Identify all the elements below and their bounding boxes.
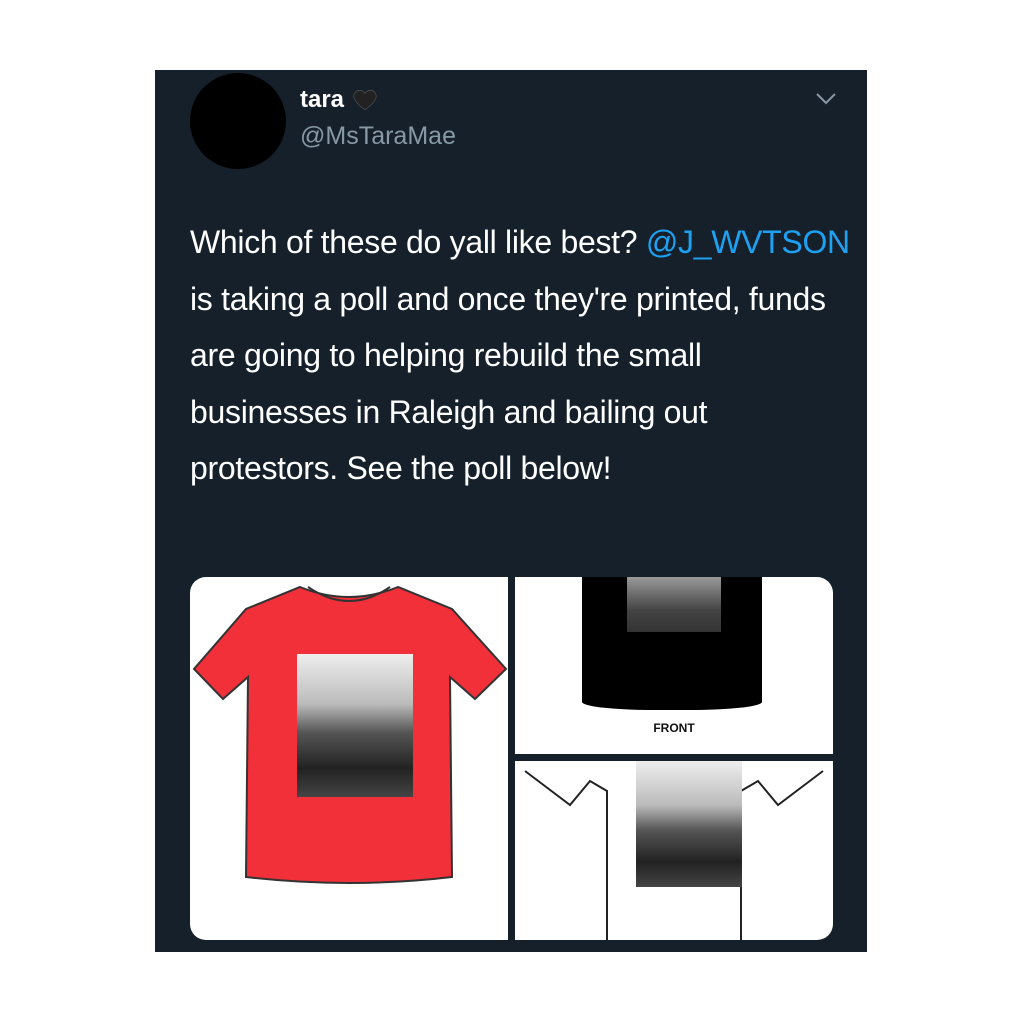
media-white-shirt[interactable] (515, 761, 833, 940)
media-red-shirt[interactable] (190, 577, 508, 940)
user-handle[interactable]: @MsTaraMae (300, 122, 456, 151)
avatar[interactable] (190, 73, 286, 169)
protest-photo (297, 654, 413, 797)
mention-link[interactable]: @J_WVTSON (646, 224, 850, 260)
front-label: FRONT (653, 721, 695, 735)
media-black-shirt[interactable]: FRONT (515, 577, 833, 754)
display-name[interactable]: tara (300, 86, 344, 114)
tweet-card: tara @MsTaraMae Which of these do yall l… (155, 70, 867, 952)
tweet-text: Which of these do yall like best? @J_WVT… (190, 214, 850, 497)
display-name-row: tara (300, 86, 378, 114)
media-grid: FRONT (190, 577, 834, 940)
tweet-text-part: Which of these do yall like best? (190, 224, 646, 260)
protest-photo (636, 761, 742, 887)
tweet-text-part: is taking a poll and once they're printe… (190, 280, 826, 487)
chevron-down-icon[interactable] (815, 92, 837, 106)
black-heart-icon (353, 89, 377, 111)
protest-photo (627, 577, 721, 632)
